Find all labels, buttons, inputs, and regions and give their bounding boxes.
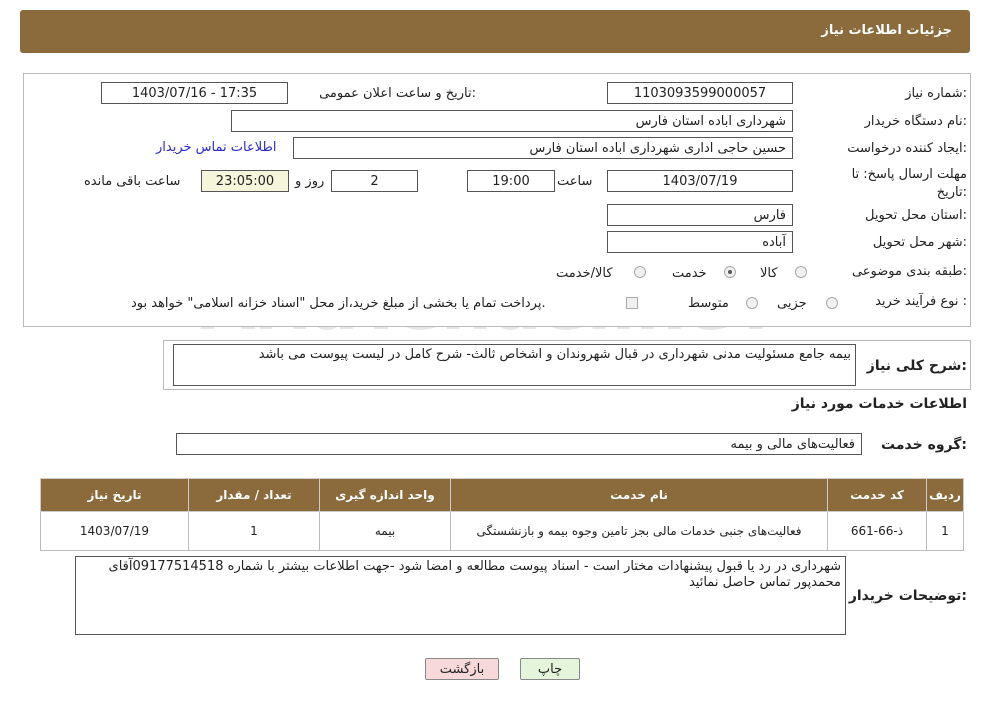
category-goods-service-label: کالا/خدمت <box>556 266 613 281</box>
treasury-payment-checkbox[interactable] <box>626 297 638 309</box>
creator-label: ایجاد کننده درخواست: <box>847 141 967 156</box>
process-medium-radio[interactable] <box>746 297 758 309</box>
cell-date: 1403/07/19 <box>40 511 189 551</box>
city-label: شهر محل تحویل: <box>872 235 967 250</box>
treasury-payment-note: پرداخت تمام یا بخشی از مبلغ خرید،از محل … <box>131 296 546 311</box>
remaining-time-field: 23:05:00 <box>201 170 289 192</box>
services-table: ردیف کد خدمت نام خدمت واحد اندازه گیری ت… <box>40 478 964 551</box>
col-name: نام خدمت <box>450 478 828 512</box>
col-date: تاریخ نیاز <box>40 478 189 512</box>
category-goods-radio[interactable] <box>795 266 807 278</box>
need-number-field: 1103093599000057 <box>607 82 793 104</box>
announce-field: 1403/07/16 - 17:35 <box>101 82 288 104</box>
col-unit: واحد اندازه گیری <box>319 478 451 512</box>
cell-qty: 1 <box>188 511 320 551</box>
service-group-field: فعالیت‌های مالی و بیمه <box>176 433 862 455</box>
category-label: طبقه بندی موضوعی: <box>851 264 967 279</box>
province-field: فارس <box>607 204 793 226</box>
description-label: شرح کلی نیاز: <box>866 358 967 374</box>
service-group-label: گروه خدمت: <box>881 437 967 453</box>
page-title: جزئیات اطلاعات نیاز <box>821 23 952 38</box>
buyer-notes-label: توضیحات خریدار: <box>848 588 967 604</box>
col-code: کد خدمت <box>827 478 927 512</box>
cell-name: فعالیت‌های جنبی خدمات مالی بجز تامین وجو… <box>450 511 828 551</box>
city-field: آباده <box>607 231 793 253</box>
category-service-radio[interactable] <box>724 266 736 278</box>
cell-row: 1 <box>926 511 964 551</box>
buyer-notes-textarea[interactable]: شهرداری در رد یا قبول پیشنهادات مختار اس… <box>75 556 846 635</box>
process-minor-radio[interactable] <box>826 297 838 309</box>
back-button[interactable]: بازگشت <box>425 658 499 680</box>
category-goods-label: کالا <box>760 266 778 281</box>
category-service-label: خدمت <box>672 266 707 281</box>
cell-code: ذ-66-661 <box>827 511 927 551</box>
process-medium-label: متوسط <box>688 296 729 311</box>
category-goods-service-radio[interactable] <box>634 266 646 278</box>
cell-unit: بیمه <box>319 511 451 551</box>
print-button[interactable]: چاپ <box>520 658 580 680</box>
days-label: روز و <box>295 174 325 189</box>
deadline-time-field: 19:00 <box>467 170 555 192</box>
table-header-row: ردیف کد خدمت نام خدمت واحد اندازه گیری ت… <box>40 478 964 512</box>
buyer-contact-link[interactable]: اطلاعات تماس خریدار <box>156 140 276 155</box>
services-section-title: اطلاعات خدمات مورد نیاز <box>791 396 967 412</box>
buyer-org-field: شهرداری اباده استان فارس <box>231 110 793 132</box>
need-number-label: شماره نیاز: <box>905 86 967 101</box>
page-header: جزئیات اطلاعات نیاز <box>20 10 970 53</box>
time-label: ساعت <box>557 174 593 189</box>
col-row: ردیف <box>926 478 964 512</box>
process-minor-label: جزیی <box>777 296 807 311</box>
remaining-label: ساعت باقی مانده <box>84 174 181 189</box>
days-field: 2 <box>331 170 418 192</box>
province-label: استان محل تحویل: <box>865 208 967 223</box>
creator-field: حسین حاجی اداری شهرداری اباده استان فارس <box>293 137 793 159</box>
table-row: 1 ذ-66-661 فعالیت‌های جنبی خدمات مالی بج… <box>40 511 964 551</box>
description-textarea[interactable]: بیمه جامع مسئولیت مدنی شهرداری در قبال ش… <box>173 344 856 386</box>
announce-label: تاریخ و ساعت اعلان عمومی: <box>319 86 476 101</box>
process-label: نوع فرآیند خرید : <box>875 294 967 309</box>
deadline-label: مهلت ارسال پاسخ: تا تاریخ: <box>851 167 967 200</box>
col-qty: تعداد / مقدار <box>188 478 320 512</box>
deadline-date-field: 1403/07/19 <box>607 170 793 192</box>
buyer-org-label: نام دستگاه خریدار: <box>864 114 967 129</box>
